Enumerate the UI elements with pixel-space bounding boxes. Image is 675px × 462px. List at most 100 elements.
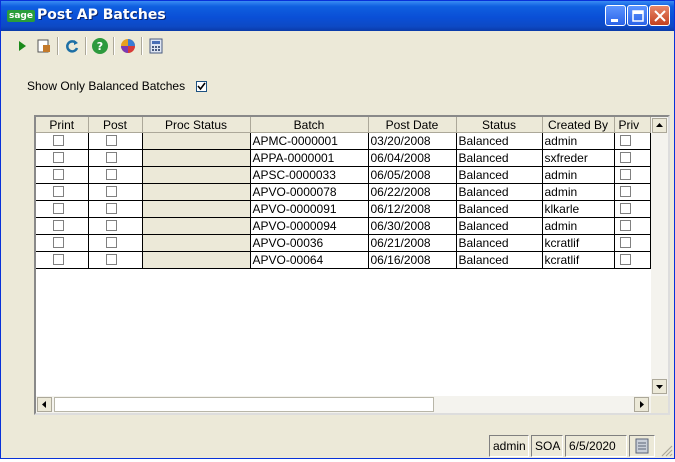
- arrow-down-icon: [656, 385, 663, 389]
- proc-status-cell: [142, 166, 251, 184]
- status-database-icon-panel[interactable]: [629, 435, 655, 457]
- post-checkbox[interactable]: [105, 220, 117, 231]
- table-row[interactable]: APVO-00036 06/21/2008 Balanced kcratlif: [36, 234, 651, 252]
- table-row[interactable]: APVO-0000078 06/22/2008 Balanced admin: [36, 183, 651, 201]
- horizontal-scroll-thumb[interactable]: [54, 397, 434, 412]
- private-checkbox[interactable]: [619, 169, 631, 180]
- post-checkbox-cell[interactable]: [88, 217, 143, 235]
- print-checkbox-cell[interactable]: [36, 183, 89, 201]
- post-date-cell: 06/30/2008: [368, 217, 457, 235]
- table-row[interactable]: APVO-0000091 06/12/2008 Balanced klkarle: [36, 200, 651, 218]
- status-cell: Balanced: [456, 217, 543, 235]
- post-date-cell: 06/04/2008: [368, 149, 457, 167]
- table-row[interactable]: APVO-00064 06/16/2008 Balanced kcratlif: [36, 251, 651, 269]
- post-checkbox-cell[interactable]: [88, 132, 143, 150]
- print-checkbox-cell[interactable]: [36, 217, 89, 235]
- refresh-icon[interactable]: [63, 37, 81, 55]
- table-row[interactable]: APMC-0000001 03/20/2008 Balanced admin: [36, 132, 651, 150]
- batch-cell: APVO-00064: [250, 251, 369, 269]
- private-checkbox-cell[interactable]: [614, 183, 651, 201]
- scroll-up-button[interactable]: [652, 118, 667, 133]
- table-row[interactable]: APVO-0000094 06/30/2008 Balanced admin: [36, 217, 651, 235]
- status-cell: Balanced: [456, 132, 543, 150]
- print-checkbox-cell[interactable]: [36, 234, 89, 252]
- vertical-scrollbar[interactable]: [651, 117, 668, 413]
- horizontal-scrollbar[interactable]: [36, 396, 651, 413]
- private-checkbox[interactable]: [619, 254, 631, 265]
- private-checkbox-cell[interactable]: [614, 166, 651, 184]
- private-checkbox[interactable]: [619, 237, 631, 248]
- help-icon[interactable]: ?: [91, 37, 109, 55]
- print-checkbox-cell[interactable]: [36, 251, 89, 269]
- print-checkbox-cell[interactable]: [36, 149, 89, 167]
- scroll-right-button[interactable]: [634, 397, 649, 412]
- private-checkbox-cell[interactable]: [614, 132, 651, 150]
- print-preview-icon[interactable]: [35, 37, 53, 55]
- col-header-batch[interactable]: Batch: [250, 117, 369, 133]
- print-checkbox[interactable]: [53, 169, 64, 180]
- status-cell: Balanced: [456, 149, 543, 167]
- post-checkbox-cell[interactable]: [88, 251, 143, 269]
- private-checkbox[interactable]: [619, 186, 631, 197]
- print-checkbox-cell[interactable]: [36, 200, 89, 218]
- show-balanced-checkbox[interactable]: [196, 81, 207, 92]
- close-button[interactable]: [649, 5, 670, 26]
- col-header-priv[interactable]: Priv: [614, 117, 651, 133]
- play-icon[interactable]: [13, 37, 31, 55]
- col-header-status[interactable]: Status: [456, 117, 543, 133]
- post-checkbox[interactable]: [105, 169, 117, 180]
- post-checkbox[interactable]: [105, 203, 117, 214]
- print-checkbox[interactable]: [53, 186, 64, 197]
- table-row[interactable]: APPA-0000001 06/04/2008 Balanced sxfreder: [36, 149, 651, 167]
- post-checkbox[interactable]: [105, 186, 117, 197]
- post-checkbox-cell[interactable]: [88, 149, 143, 167]
- private-checkbox[interactable]: [619, 220, 631, 231]
- minimize-button[interactable]: [605, 5, 626, 26]
- private-checkbox-cell[interactable]: [614, 234, 651, 252]
- status-date: 6/5/2020: [565, 435, 627, 457]
- post-checkbox[interactable]: [105, 237, 117, 248]
- print-checkbox[interactable]: [53, 220, 64, 231]
- post-checkbox[interactable]: [105, 152, 117, 163]
- post-date-cell: 06/05/2008: [368, 166, 457, 184]
- print-checkbox-cell[interactable]: [36, 132, 89, 150]
- col-header-created-by[interactable]: Created By: [542, 117, 615, 133]
- created-by-cell: admin: [542, 166, 615, 184]
- print-checkbox[interactable]: [53, 237, 64, 248]
- calculator-icon[interactable]: [147, 37, 165, 55]
- private-checkbox-cell[interactable]: [614, 251, 651, 269]
- color-wheel-icon[interactable]: [119, 37, 137, 55]
- title-bar[interactable]: sage Post AP Batches: [1, 1, 674, 31]
- post-checkbox-cell[interactable]: [88, 166, 143, 184]
- post-checkbox-cell[interactable]: [88, 234, 143, 252]
- maximize-button[interactable]: [627, 5, 648, 26]
- print-checkbox[interactable]: [53, 152, 64, 163]
- proc-status-cell: [142, 251, 251, 269]
- col-header-print[interactable]: Print: [36, 117, 89, 133]
- col-header-proc-status[interactable]: Proc Status: [142, 117, 251, 133]
- private-checkbox[interactable]: [619, 152, 631, 163]
- post-checkbox-cell[interactable]: [88, 200, 143, 218]
- post-checkbox-cell[interactable]: [88, 183, 143, 201]
- print-checkbox-cell[interactable]: [36, 166, 89, 184]
- private-checkbox-cell[interactable]: [614, 217, 651, 235]
- toolbar-separator: [141, 37, 143, 55]
- private-checkbox-cell[interactable]: [614, 149, 651, 167]
- batches-grid[interactable]: Print Post Proc Status Batch Post Date S…: [34, 115, 670, 415]
- scroll-left-button[interactable]: [37, 397, 52, 412]
- created-by-cell: admin: [542, 217, 615, 235]
- private-checkbox-cell[interactable]: [614, 200, 651, 218]
- private-checkbox[interactable]: [619, 203, 631, 214]
- scroll-down-button[interactable]: [652, 379, 667, 394]
- post-checkbox[interactable]: [105, 254, 117, 265]
- col-header-post-date[interactable]: Post Date: [368, 117, 457, 133]
- post-checkbox[interactable]: [105, 135, 117, 146]
- resize-grip-icon[interactable]: [661, 445, 673, 457]
- print-checkbox[interactable]: [53, 135, 64, 146]
- print-checkbox[interactable]: [53, 254, 64, 265]
- col-header-post[interactable]: Post: [88, 117, 143, 133]
- private-checkbox[interactable]: [619, 135, 631, 146]
- print-checkbox[interactable]: [53, 203, 64, 214]
- close-icon: [654, 10, 666, 22]
- table-row[interactable]: APSC-0000033 06/05/2008 Balanced admin: [36, 166, 651, 184]
